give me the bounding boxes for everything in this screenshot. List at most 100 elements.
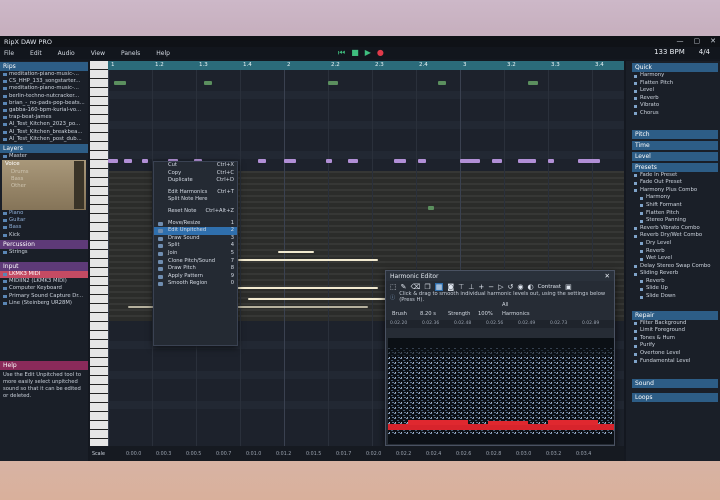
voice-item[interactable]: Other xyxy=(2,183,29,190)
note-blob[interactable] xyxy=(528,81,538,85)
eraser-icon[interactable]: ⌫ xyxy=(411,283,421,291)
menu-item-split-note[interactable]: Split Note Here xyxy=(154,196,237,204)
preset-item[interactable]: Slide Up xyxy=(626,285,720,293)
preset-item[interactable]: Reverb xyxy=(626,248,720,256)
rewind-icon[interactable]: ⏮ xyxy=(338,48,345,58)
note-blob[interactable] xyxy=(578,159,600,163)
play-icon[interactable]: ▷ xyxy=(498,283,503,291)
preset-item[interactable]: Wet Level xyxy=(626,255,720,263)
contrast-icon[interactable]: ◐ xyxy=(527,283,533,291)
time-header[interactable]: Time xyxy=(632,140,718,150)
rip-item[interactable]: brian_-_no-pads-pop-beats... xyxy=(0,100,88,107)
smooth-brush-icon[interactable]: ▦ xyxy=(434,282,444,291)
rip-item[interactable]: AI_Test_Kitchen_2023_po... xyxy=(0,121,88,128)
menu-item-join[interactable]: Join 5 xyxy=(154,250,237,258)
filter-icon[interactable]: ⊤ xyxy=(458,283,464,291)
note-blob[interactable] xyxy=(438,81,446,85)
preset-item[interactable]: Reverb Vibrato Combo xyxy=(626,225,720,233)
note-blob[interactable] xyxy=(394,159,406,163)
rip-item[interactable]: AI_Test_Kitchen_breakbea... xyxy=(0,129,88,136)
camera-icon[interactable]: ◙ xyxy=(447,283,454,291)
strength-value[interactable]: 100% xyxy=(478,311,493,317)
menu-item-reset-note[interactable]: Reset Note Ctrl+Alt+Z xyxy=(154,208,237,216)
pencil-icon[interactable]: ✎ xyxy=(401,283,407,291)
note-blob[interactable] xyxy=(142,159,148,163)
menu-audio[interactable]: Audio xyxy=(58,50,75,57)
menu-help[interactable]: Help xyxy=(156,50,170,57)
rip-item[interactable]: meditation-piano-music-... xyxy=(0,85,88,92)
menu-item-cut[interactable]: Cut Ctrl+X xyxy=(154,162,237,170)
note-blob[interactable] xyxy=(492,159,502,163)
layer-master[interactable]: Master xyxy=(0,153,88,160)
note-blob[interactable] xyxy=(460,159,480,163)
preset-item[interactable]: Sliding Reverb xyxy=(626,270,720,278)
menu-item-draw-pitch[interactable]: Draw Pitch 8 xyxy=(154,265,237,273)
menu-item-clone-pitch-sound[interactable]: Clone Pitch/Sound 7 xyxy=(154,258,237,266)
menu-item-copy[interactable]: Copy Ctrl+C xyxy=(154,170,237,178)
repair-item[interactable]: Tones & Hum xyxy=(626,335,720,343)
input-item[interactable]: Line (Steinberg UR28M) xyxy=(0,300,88,307)
rip-item[interactable]: trap-beat-james xyxy=(0,114,88,121)
repair-item[interactable]: Fundamental Level xyxy=(626,358,720,366)
note-blob[interactable] xyxy=(428,206,434,210)
quick-item-reverb[interactable]: Reverb xyxy=(626,95,720,103)
menu-item-split[interactable]: Split 4 xyxy=(154,242,237,250)
contrast-toggle[interactable]: ▣ xyxy=(565,283,572,291)
menu-item-move-resize[interactable]: Move/Resize 1 xyxy=(154,220,237,228)
rip-item[interactable]: AI_Test_Kitchen_post_dub... xyxy=(0,136,88,143)
minimize-icon[interactable]: — xyxy=(677,37,684,45)
preset-item[interactable]: Harmony Plus Combo xyxy=(626,187,720,195)
time-signature[interactable]: 4/4 xyxy=(699,48,710,56)
input-item[interactable]: Primary Sound Capture Dr... xyxy=(0,293,88,300)
preset-item[interactable]: Shift Formant xyxy=(626,202,720,210)
note-blob[interactable] xyxy=(284,159,296,163)
repair-item[interactable]: Overtone Level xyxy=(626,350,720,358)
repair-item[interactable]: Purify xyxy=(626,342,720,350)
voice-item[interactable]: Bass xyxy=(2,176,29,183)
menu-item-smooth-region[interactable]: Smooth Region 0 xyxy=(154,280,237,288)
harmonic-editor-titlebar[interactable]: Harmonic Editor ✕ xyxy=(386,271,614,281)
preset-item[interactable]: Fade In Preset xyxy=(626,172,720,180)
stop-icon[interactable]: ■ xyxy=(351,48,359,58)
repair-item[interactable]: Limit Foreground xyxy=(626,327,720,335)
note-blob[interactable] xyxy=(326,159,332,163)
repair-item[interactable]: Filter Background xyxy=(626,320,720,328)
select-tool-icon[interactable]: ⬚ xyxy=(390,283,397,291)
rip-item[interactable]: meditation-piano-music-... xyxy=(0,71,88,78)
voice-item[interactable]: Drums xyxy=(2,169,29,176)
percussion-header[interactable]: Percussion xyxy=(0,239,88,249)
menu-item-duplicate[interactable]: Duplicate Ctrl+D xyxy=(154,177,237,185)
note-blob[interactable] xyxy=(124,159,132,163)
preset-item[interactable]: Fade Out Preset xyxy=(626,179,720,187)
brush-value[interactable]: 8.20 s xyxy=(420,311,436,317)
minus-icon[interactable]: − xyxy=(488,283,494,291)
preset-item[interactable]: Reverb xyxy=(626,278,720,286)
play-icon[interactable]: ▶ xyxy=(365,48,371,58)
input-item[interactable]: MIDIIN2 (LKMK3 MIDI) xyxy=(0,278,88,285)
repair-header[interactable]: Repair xyxy=(632,310,718,320)
quick-item-flatten-pitch[interactable]: Flatten Pitch xyxy=(626,80,720,88)
input-header[interactable]: Input xyxy=(0,262,88,271)
harmonics-select[interactable]: All xyxy=(502,302,508,308)
piano-keyboard[interactable] xyxy=(90,61,108,446)
pitch-contour[interactable] xyxy=(278,251,314,253)
preset-item[interactable]: Stereo Panning xyxy=(626,217,720,225)
copy-icon[interactable]: ❐ xyxy=(424,283,430,291)
close-icon[interactable]: ✕ xyxy=(710,37,716,45)
preset-item[interactable]: Delay Stereo Swap Combo xyxy=(626,263,720,271)
menu-edit[interactable]: Edit xyxy=(30,50,42,57)
rip-item[interactable]: gabba-160-bpm-kurial-vo... xyxy=(0,107,88,114)
rip-item[interactable]: berlin-techno-nutcracker... xyxy=(0,93,88,100)
note-blob[interactable] xyxy=(114,81,126,85)
level-header[interactable]: Level xyxy=(632,151,718,161)
layer-piano[interactable]: Piano xyxy=(0,210,88,217)
input-item[interactable]: LKMK3 MIDI xyxy=(0,271,88,279)
note-blob[interactable] xyxy=(328,81,338,85)
plus-icon[interactable]: + xyxy=(478,283,484,291)
preset-item[interactable]: Slide Down xyxy=(626,293,720,301)
preset-item[interactable]: Flatten Pitch xyxy=(626,210,720,218)
note-blob[interactable] xyxy=(518,159,536,163)
timeline-ruler[interactable]: 1 1.2 1.3 1.4 2 2.2 2.3 2.4 3 3.2 3.3 3.… xyxy=(108,61,624,70)
menu-item-apply-pattern[interactable]: Apply Pattern 9 xyxy=(154,273,237,281)
maximize-icon[interactable]: ▢ xyxy=(694,37,701,45)
